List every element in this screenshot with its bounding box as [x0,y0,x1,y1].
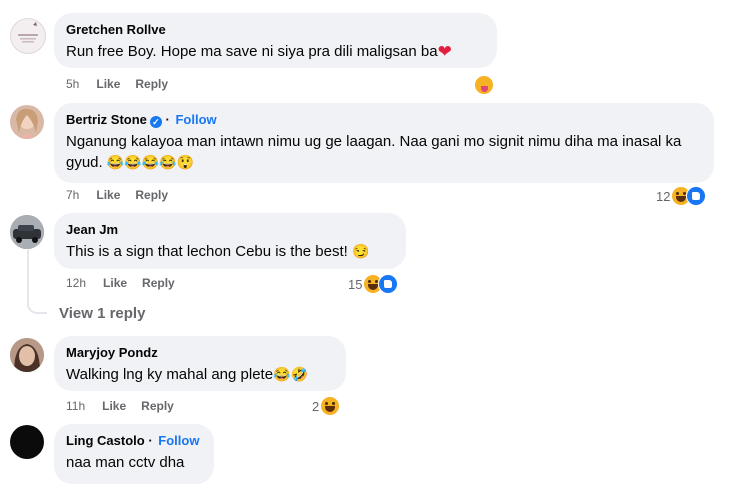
reaction-summary[interactable]: 12 [656,186,707,206]
comment-time[interactable]: 7h [66,188,79,202]
comment-author[interactable]: Gretchen Rollve [66,21,485,38]
laughing-emoji-icon: 😂😂😂😂😲 [106,154,195,170]
avatar[interactable] [10,18,46,54]
like-button[interactable]: Like [103,276,127,290]
comment-author[interactable]: Ling Castolo [66,433,145,448]
like-button[interactable]: Like [102,399,126,413]
avatar[interactable] [10,105,44,139]
reply-button[interactable]: Reply [135,188,168,202]
like-reaction-icon [378,274,399,294]
like-reaction-icon [686,186,707,206]
comment-bubble: Bertriz Stone ✓ · Follow Nganung kalayoa … [54,103,714,183]
comment-bubble: Jean Jm This is a sign that lechon Cebu … [54,213,406,269]
comment-bubble: Gretchen Rollve Run free Boy. Hope ma sa… [54,13,497,68]
comment-bubble: Maryjoy Pondz Walking lng ky mahal ang p… [54,336,346,391]
comment-bubble: Ling Castolo · Follow naa man cctv dha [54,424,214,484]
comment-text: This is a sign that lechon Cebu is the b… [66,241,394,262]
avatar[interactable] [10,215,44,249]
comment-time[interactable]: 12h [66,276,86,290]
reaction-count: 2 [312,398,320,414]
comment-author[interactable]: Maryjoy Pondz [66,344,334,361]
verified-badge-icon: ✓ [149,116,162,128]
reply-button[interactable]: Reply [142,276,175,290]
reaction-count: 15 [348,276,363,292]
view-replies-link[interactable]: View 1 reply [59,305,145,322]
avatar[interactable] [10,425,44,459]
like-button[interactable]: Like [96,77,120,91]
comment-actions: 5h Like Reply [66,77,183,91]
comment-time[interactable]: 11h [66,399,85,413]
comment-author[interactable]: Jean Jm [66,221,394,238]
follow-button[interactable]: Follow [158,433,199,448]
follow-button[interactable]: Follow [175,112,216,127]
reaction-summary[interactable]: 15 [348,274,399,294]
laughing-emoji-icon: 😂🤣 [273,366,308,382]
reaction-count: 12 [656,188,671,204]
comment-text: Walking lng ky mahal ang plete😂🤣 [66,364,334,385]
comment-author-row: Ling Castolo · Follow [66,433,200,448]
tongue-reaction-icon [474,75,494,95]
comment-time[interactable]: 5h [66,77,79,91]
comment-actions: 7h Like Reply [66,188,183,202]
smiling-emoji-icon: 😏 [352,243,370,259]
reply-button[interactable]: Reply [141,399,174,413]
comment-actions: 12h Like Reply [66,276,190,290]
reply-button[interactable]: Reply [135,77,168,91]
comment-text-content: Run free Boy. Hope ma save ni siya pra d… [66,43,438,60]
avatar[interactable] [10,338,44,372]
comment-actions: 11h Like Reply [66,399,189,413]
comment-text-content: This is a sign that lechon Cebu is the b… [66,243,348,260]
comment-text-content: Walking lng ky mahal ang plete [66,366,274,383]
like-button[interactable]: Like [96,188,120,202]
reaction-summary[interactable]: 2 [312,396,341,416]
heart-emoji-icon: ❤ [437,42,452,61]
comment-text: Run free Boy. Hope ma save ni siya pra d… [66,41,485,62]
reaction-summary[interactable] [474,75,494,95]
haha-reaction-icon [320,396,341,416]
comment-text: Nganung kalayoa man intawn nimu ug ge la… [66,131,702,173]
comment-author[interactable]: Bertriz Stone [66,112,147,127]
comment-text: naa man cctv dha [66,454,185,471]
comment-author-row: Bertriz Stone ✓ · Follow [66,112,217,128]
thread-connector [27,250,47,314]
